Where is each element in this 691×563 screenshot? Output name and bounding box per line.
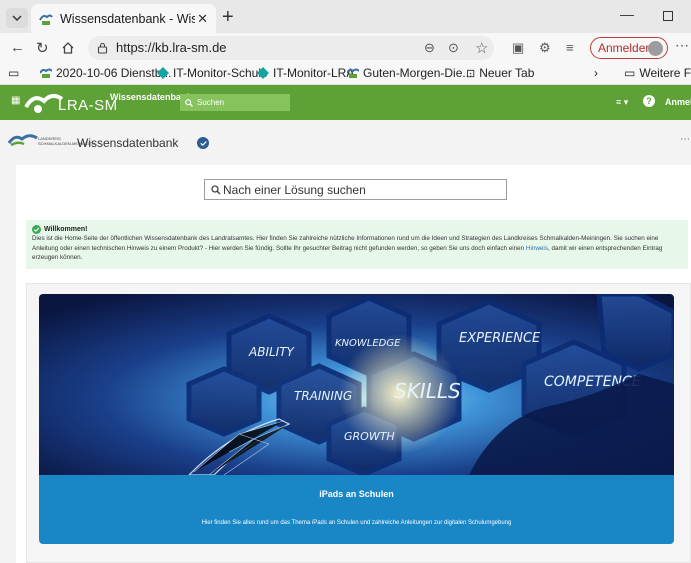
minimize-button[interactable]: —: [620, 6, 634, 22]
solution-search-placeholder: Nach einer Lösung suchen: [223, 183, 366, 197]
home-icon[interactable]: [61, 41, 75, 55]
zoom-icon[interactable]: ⊖: [424, 40, 435, 56]
address-toolbar: ← ↻ https://kb.lra-sm.de ⊖ ⊙ ☆ ▣ ⚙ ≡ Anm…: [0, 33, 691, 63]
browser-login-button[interactable]: Anmelden: [590, 37, 668, 59]
main-content: Nach einer Lösung suchen Willkommen! Die…: [16, 165, 691, 563]
tab-actions-button[interactable]: [6, 8, 28, 28]
image-word-ability: ABILITY: [248, 345, 296, 359]
header-search-placeholder: Suchen: [197, 98, 225, 107]
lock-icon: [97, 42, 108, 54]
browser-window: Wissensdatenbank - Wissensdatenbank ✕ + …: [0, 0, 691, 563]
wiki-favicon-icon: [347, 68, 359, 78]
tab-title: Wissensdatenbank - Wissensdatenbank: [60, 11, 195, 26]
bookmark-item-1[interactable]: 2020-10-06 Dienstb...: [40, 66, 171, 80]
ipads-card[interactable]: ABILITY KNOWLEDGE EXPERIENCE TRAINING SK…: [39, 294, 674, 544]
site-header: ▦ LRA-SM Wissensdatenbank Suchen ≡ ▾ ? A…: [0, 85, 691, 120]
help-icon[interactable]: ?: [643, 95, 655, 107]
welcome-text: Dies ist die Home-Seite der öffentlichen…: [32, 234, 682, 263]
extension-icon[interactable]: ▣: [512, 40, 524, 56]
bookmark-tab-icon[interactable]: ▭: [8, 66, 19, 80]
favorites-list-icon[interactable]: ≡: [566, 40, 574, 55]
county-logo-icon: [8, 134, 38, 147]
solution-search-input[interactable]: Nach einer Lösung suchen: [204, 179, 507, 200]
url-bar[interactable]: https://kb.lra-sm.de ⊖ ⊙ ☆: [88, 36, 494, 60]
chevron-down-icon: [12, 14, 22, 21]
card-title[interactable]: iPads an Schulen: [39, 489, 674, 499]
reload-icon[interactable]: ↻: [36, 39, 49, 57]
favorite-star-icon[interactable]: ☆: [475, 39, 488, 57]
bookmark-label: IT-Monitor-Schule: [173, 66, 268, 80]
header-login-link[interactable]: Anmeld: [665, 97, 691, 107]
bookmark-item-5[interactable]: ⊡ Neuer Tab: [466, 66, 534, 80]
skills-hexagon-image: ABILITY KNOWLEDGE EXPERIENCE TRAINING SK…: [39, 294, 674, 475]
card-description: Hier finden Sie alles rund um das Thema …: [201, 520, 512, 526]
folder-icon: ▭: [624, 66, 636, 80]
close-tab-icon[interactable]: ✕: [197, 11, 208, 27]
more-actions-icon[interactable]: ⊙: [448, 40, 459, 56]
active-tab[interactable]: Wissensdatenbank - Wissensdatenbank ✕: [31, 4, 216, 33]
menu-dropdown-icon[interactable]: ≡ ▾: [616, 97, 628, 108]
url-text: https://kb.lra-sm.de: [116, 40, 227, 55]
monitor-favicon-icon: [157, 67, 169, 79]
image-word-growth: GROWTH: [344, 430, 395, 443]
bookmark-item-2[interactable]: IT-Monitor-Schule: [157, 66, 268, 80]
avatar: [648, 41, 663, 56]
new-tab-icon: ⊡: [466, 67, 476, 80]
bookmarks-overflow-icon[interactable]: ›: [594, 66, 598, 80]
bookmark-item-4[interactable]: Guten-Morgen-Die...: [347, 66, 472, 80]
image-word-knowledge: KNOWLEDGE: [335, 338, 401, 349]
search-icon: [185, 98, 193, 107]
settings-more-icon[interactable]: ⋯: [675, 37, 689, 54]
image-word-experience: EXPERIENCE: [459, 331, 541, 346]
welcome-title: Willkommen!: [44, 226, 88, 233]
grid-menu-icon[interactable]: ▦: [11, 95, 20, 106]
back-icon[interactable]: ←: [10, 39, 25, 56]
other-favorites-label: Weitere Favo: [639, 66, 691, 80]
image-word-skills: SKILLS: [394, 379, 461, 403]
page-title: Wissensdatenbank: [77, 136, 179, 150]
extensions-puzzle-icon[interactable]: ⚙: [539, 40, 551, 56]
tab-bar: Wissensdatenbank - Wissensdatenbank ✕ + …: [0, 0, 691, 33]
page-more-icon[interactable]: ⋯: [680, 134, 690, 145]
bookmark-label: 2020-10-06 Dienstb...: [56, 66, 172, 80]
knowledge-base-header: LANDKREIS SCHMALKALDEN-MEININGEN Wissens…: [0, 120, 691, 165]
brand-name: LRA-SM: [58, 97, 118, 114]
welcome-banner: Willkommen! Dies ist die Home-Seite der …: [26, 220, 688, 269]
success-check-icon: [32, 225, 41, 234]
bookmark-label: Neuer Tab: [479, 66, 535, 80]
wiki-favicon-icon: [40, 68, 52, 78]
bookmark-label: IT-Monitor-LRA: [273, 66, 355, 80]
new-tab-button[interactable]: +: [222, 6, 234, 29]
maximize-button[interactable]: [663, 11, 673, 21]
bookmark-item-3[interactable]: IT-Monitor-LRA: [257, 66, 354, 80]
image-word-training: TRAINING: [294, 389, 352, 403]
monitor-favicon-icon: [257, 67, 269, 79]
search-icon: [211, 185, 221, 195]
other-favorites-folder[interactable]: ▭ Weitere Favo: [624, 66, 691, 80]
browser-login-label: Anmelden: [598, 41, 653, 55]
bookmarks-bar: ▭ 2020-10-06 Dienstb... IT-Monitor-Schul…: [0, 63, 691, 85]
header-search-input[interactable]: Suchen: [180, 94, 290, 111]
site-favicon-icon: [39, 14, 53, 25]
hint-link[interactable]: Hinweis: [526, 245, 548, 252]
card-footer: iPads an Schulen Hier finden Sie alles r…: [39, 475, 674, 544]
bookmark-label: Guten-Morgen-Die...: [363, 66, 473, 80]
verified-check-icon[interactable]: [197, 137, 209, 149]
